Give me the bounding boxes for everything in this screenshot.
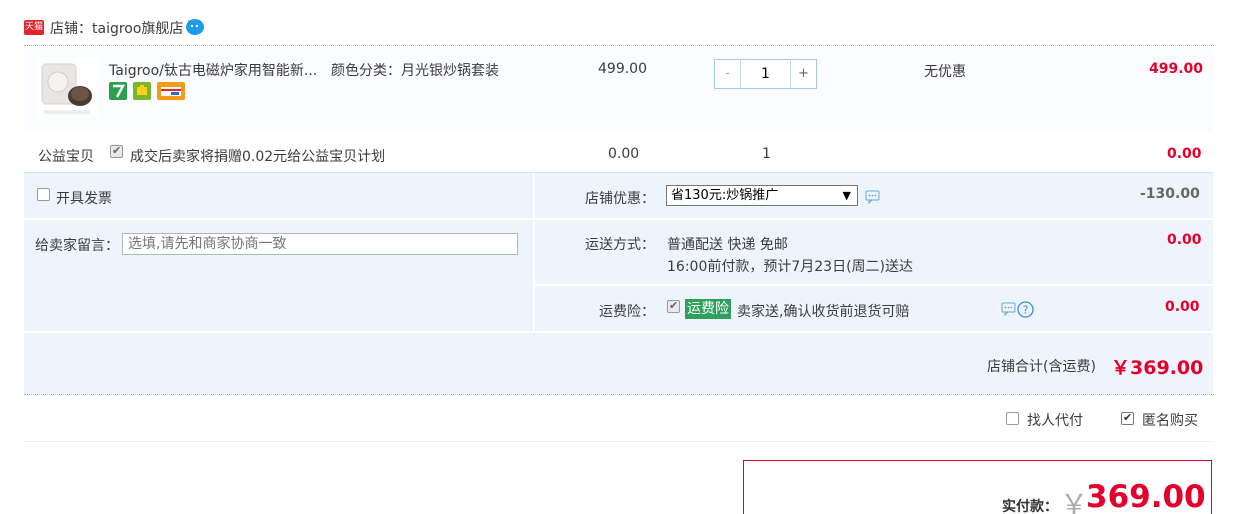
dropdown-arrow-icon: ▼ <box>842 189 851 202</box>
seller-message-input[interactable] <box>122 233 518 255</box>
product-thumbnail[interactable] <box>36 58 98 118</box>
quantity-stepper: - + <box>714 59 817 89</box>
comment-icon[interactable] <box>865 190 880 204</box>
comment-icon[interactable] <box>1001 302 1016 316</box>
guarantee-icon <box>133 82 151 100</box>
charity-price: 0.00 <box>608 146 640 162</box>
item-subtotal: 499.00 <box>1149 61 1204 77</box>
payment-currency: ￥ <box>1060 488 1089 514</box>
charity-checkbox <box>110 144 123 158</box>
svg-text:?: ? <box>1023 304 1029 317</box>
shop-discount-label: 店铺优惠： <box>585 191 655 207</box>
divider <box>24 172 1213 173</box>
insurance-amount: 0.00 <box>1165 299 1200 315</box>
invoice-checkbox[interactable] <box>37 188 50 201</box>
shop-discount-amount: -130.00 <box>1140 186 1200 202</box>
divider <box>24 394 1214 395</box>
divider <box>535 218 1213 220</box>
quantity-plus-button[interactable]: + <box>791 60 816 88</box>
insurance-text: 卖家送,确认收货前退货可赔 <box>737 304 910 320</box>
divider <box>535 284 1213 286</box>
shop-total-label: 店铺合计(含运费) <box>987 359 1096 375</box>
shop-discount-select[interactable]: 省130元:炒锅推广 ▼ <box>666 185 858 206</box>
credit-card-icon <box>157 82 185 100</box>
payment-label: 实付款： <box>1002 499 1058 514</box>
item-row <box>24 46 1213 132</box>
item-price: 499.00 <box>598 61 647 77</box>
shipping-eta: 16:00前付款，预计7月23日(周二)送达 <box>667 259 913 275</box>
item-discount: 无优惠 <box>924 64 966 80</box>
anonymous-label: 匿名购买 <box>1142 413 1198 429</box>
quantity-input[interactable] <box>740 60 791 88</box>
quantity-minus-button[interactable]: - <box>715 60 740 88</box>
item-title-link[interactable]: Taigroo/钛古电磁炉家用智能新... <box>109 60 317 80</box>
charity-label: 公益宝贝 <box>38 149 94 165</box>
invoice-label: 开具发票 <box>56 191 112 207</box>
proxy-pay-checkbox[interactable] <box>1006 412 1019 425</box>
shipping-method: 普通配送 快递 免邮 <box>667 237 788 253</box>
shipping-amount: 0.00 <box>1167 232 1202 248</box>
divider <box>24 331 1213 333</box>
insurance-checkbox <box>667 299 680 313</box>
shop-discount-selected: 省130元:炒锅推广 <box>671 188 779 203</box>
divider <box>533 173 535 332</box>
charity-text: 成交后卖家将捐赠0.02元给公益宝贝计划 <box>130 149 386 165</box>
insurance-label: 运费险： <box>599 304 655 320</box>
tmall-badge: 天猫 <box>24 20 44 35</box>
shipping-label: 运送方式： <box>585 237 655 253</box>
shop-name[interactable]: 店铺：taigroo旗舰店 <box>50 18 183 38</box>
seven-day-return-icon <box>109 82 127 100</box>
divider <box>24 441 1213 442</box>
charity-quantity: 1 <box>762 146 771 162</box>
help-icon[interactable]: ? <box>1017 301 1034 318</box>
shop-total-amount: ￥369.00 <box>1111 357 1204 379</box>
charity-subtotal: 0.00 <box>1167 146 1202 162</box>
wangwang-chat-icon[interactable] <box>184 16 206 36</box>
payment-amount: 369.00 <box>1086 479 1206 514</box>
message-label: 给卖家留言： <box>35 238 119 254</box>
insurance-tag: 运费险 <box>685 299 731 319</box>
anonymous-checkbox[interactable] <box>1121 411 1134 425</box>
proxy-pay-label: 找人代付 <box>1027 413 1083 429</box>
divider <box>24 218 533 220</box>
item-sku: 颜色分类：月光银炒锅套装 <box>331 63 499 79</box>
